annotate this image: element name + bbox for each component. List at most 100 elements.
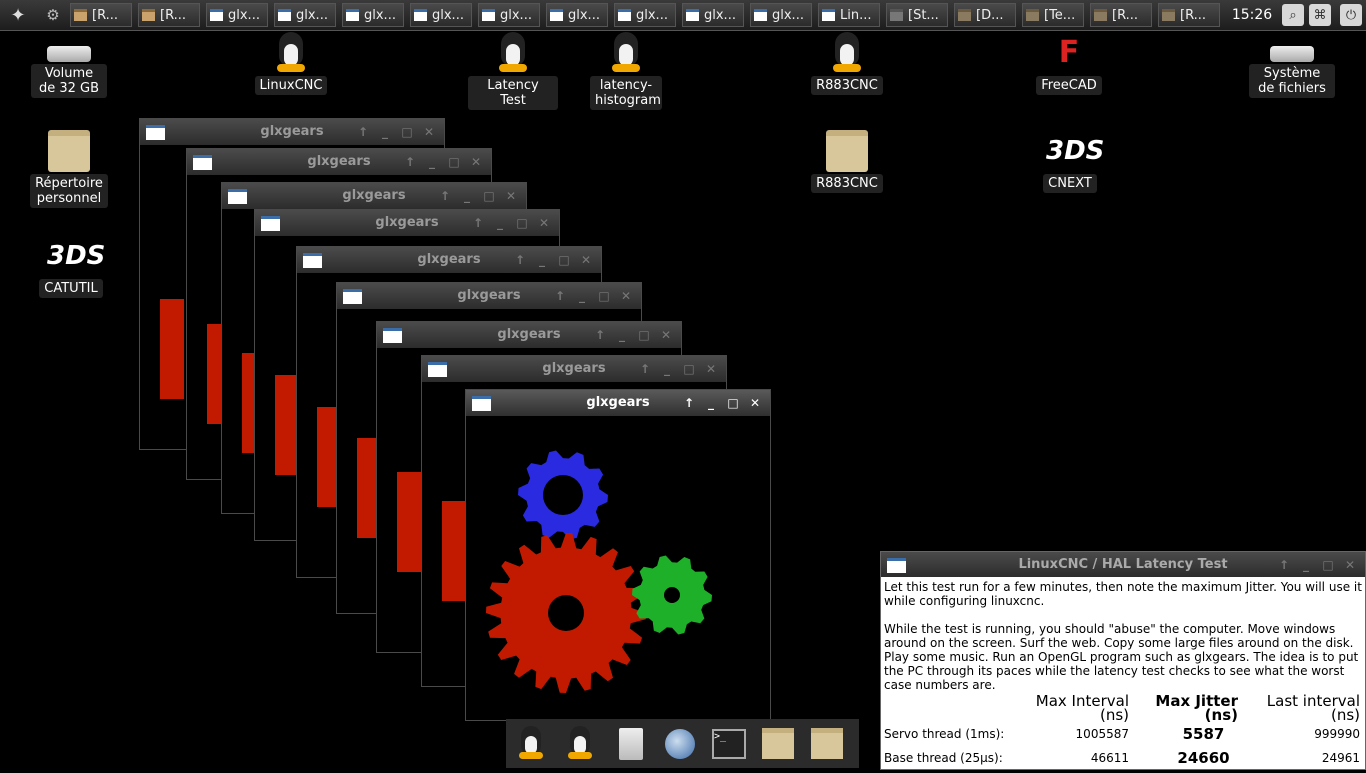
minimize-button[interactable]: _ — [611, 322, 633, 348]
taskbar-task[interactable]: glx... — [342, 3, 404, 27]
glxgears-titlebar[interactable]: glxgears ↑ _ □ ✕ — [377, 322, 681, 348]
close-button[interactable]: ✕ — [575, 247, 597, 273]
minimize-button[interactable]: _ — [456, 183, 478, 209]
dock-linuxcnc-penguin-icon[interactable] — [511, 724, 555, 764]
glxgears-titlebar[interactable]: glxgears ↑ _ □ ✕ — [140, 119, 444, 145]
terminal-icon[interactable]: >_ — [707, 724, 751, 764]
latency-window-titlebar[interactable]: LinuxCNC / HAL Latency Test ↑ _ □ ✕ — [881, 552, 1365, 577]
minimize-button[interactable]: _ — [421, 149, 443, 175]
taskbar-task[interactable]: Lin... — [818, 3, 880, 27]
taskbar-task[interactable]: [R... — [138, 3, 200, 27]
taskbar-task[interactable]: [R... — [1090, 3, 1152, 27]
taskbar-task[interactable]: glx... — [750, 3, 812, 27]
taskbar-task[interactable]: glx... — [546, 3, 608, 27]
minimize-button[interactable]: _ — [1295, 552, 1317, 578]
keep-above-button[interactable]: ↑ — [1273, 552, 1295, 578]
network-icon[interactable]: ⌘ — [1309, 4, 1331, 26]
maximize-button[interactable]: □ — [1317, 552, 1339, 578]
taskbar-task[interactable]: glx... — [206, 3, 268, 27]
taskbar-task[interactable]: [D... — [954, 3, 1016, 27]
close-button[interactable]: ✕ — [533, 210, 555, 236]
minimize-button[interactable]: _ — [656, 356, 678, 382]
keep-above-button[interactable]: ↑ — [467, 210, 489, 236]
keep-above-button[interactable]: ↑ — [434, 183, 456, 209]
maximize-button[interactable]: □ — [593, 283, 615, 309]
start-menu-icon[interactable]: ✦ — [0, 0, 36, 30]
close-button[interactable]: ✕ — [418, 119, 440, 145]
3ds-icon: 3DS — [47, 241, 106, 271]
file-cabinet-icon[interactable] — [609, 724, 653, 764]
header-last-interval: Last interval (ns) — [1266, 692, 1360, 724]
taskbar-task[interactable]: [Te... — [1022, 3, 1084, 27]
desktop-icon-r883cnc[interactable]: R883CNC — [802, 32, 892, 95]
glxgears-titlebar[interactable]: glxgears ↑ _ □ ✕ — [297, 247, 601, 273]
close-button[interactable]: ✕ — [744, 390, 766, 416]
maximize-button[interactable]: □ — [678, 356, 700, 382]
desktop-icon-volume[interactable]: Volume de 32 GB — [24, 32, 114, 98]
desktop-icon-systeme[interactable]: Système de fichiers — [1247, 32, 1337, 98]
minimize-button[interactable]: _ — [700, 390, 722, 416]
taskbar-task[interactable]: glx... — [478, 3, 540, 27]
desktop-icon-freecad[interactable]: F FreeCAD — [1024, 32, 1114, 95]
desktop-icon-latency-test[interactable]: Latency Test — [468, 32, 558, 110]
latency-test-window[interactable]: LinuxCNC / HAL Latency Test ↑ _ □ ✕ Let … — [880, 551, 1366, 770]
keep-above-button[interactable]: ↑ — [549, 283, 571, 309]
keep-above-button[interactable]: ↑ — [678, 390, 700, 416]
keep-above-button[interactable]: ↑ — [634, 356, 656, 382]
browser-globe-icon[interactable] — [658, 724, 702, 764]
maximize-button[interactable]: □ — [553, 247, 575, 273]
clock[interactable]: 15:26 — [1226, 0, 1278, 30]
close-button[interactable]: ✕ — [655, 322, 677, 348]
minimize-button[interactable]: _ — [531, 247, 553, 273]
window-icon — [822, 9, 835, 21]
maximize-button[interactable]: □ — [722, 390, 744, 416]
desktop-icon-catutil[interactable]: 3DS CATUTIL — [26, 235, 116, 298]
taskbar-task[interactable]: [R... — [1158, 3, 1220, 27]
maximize-button[interactable]: □ — [633, 322, 655, 348]
documents-folder-icon[interactable] — [805, 724, 849, 764]
glxgears-window[interactable]: glxgears ↑ _ □ ✕ — [465, 389, 771, 721]
taskbar-task[interactable]: glx... — [682, 3, 744, 27]
keep-above-button[interactable]: ↑ — [399, 149, 421, 175]
search-icon[interactable]: ⌕ — [1282, 4, 1304, 26]
desktop-icon-cnext[interactable]: 3DS CNEXT — [1025, 130, 1115, 193]
glxgears-titlebar[interactable]: glxgears ↑ _ □ ✕ — [422, 356, 726, 382]
dock: >_ — [506, 719, 859, 768]
taskbar-task[interactable]: glx... — [410, 3, 472, 27]
minimize-button[interactable]: _ — [374, 119, 396, 145]
glxgears-titlebar[interactable]: glxgears ↑ _ □ ✕ — [337, 283, 641, 309]
keep-above-button[interactable]: ↑ — [509, 247, 531, 273]
maximize-button[interactable]: □ — [478, 183, 500, 209]
glxgears-titlebar[interactable]: glxgears ↑ _ □ ✕ — [466, 390, 770, 416]
desktop-icon-linuxcnc[interactable]: LinuxCNC — [246, 32, 336, 95]
taskbar-task[interactable]: [St... — [886, 3, 948, 27]
maximize-button[interactable]: □ — [443, 149, 465, 175]
taskbar-task[interactable]: glx... — [274, 3, 336, 27]
taskbar-task[interactable]: glx... — [614, 3, 676, 27]
minimize-button[interactable]: _ — [571, 283, 593, 309]
gear-icon[interactable]: ⚙ — [36, 0, 70, 30]
desktop-icon-r883cnc-folder[interactable]: R883CNC — [802, 130, 892, 193]
close-button[interactable]: ✕ — [500, 183, 522, 209]
home-folder-icon — [48, 130, 90, 172]
folder-icon[interactable] — [756, 724, 800, 764]
desktop-icon-repertoire[interactable]: Répertoire personnel — [24, 130, 114, 208]
maximize-button[interactable]: □ — [396, 119, 418, 145]
maximize-button[interactable]: □ — [511, 210, 533, 236]
glxgears-titlebar[interactable]: glxgears ↑ _ □ ✕ — [255, 210, 559, 236]
dock-latency-penguin-icon[interactable] — [560, 724, 604, 764]
close-button[interactable]: ✕ — [700, 356, 722, 382]
taskbar-task-label: glx... — [704, 7, 736, 23]
close-button[interactable]: ✕ — [615, 283, 637, 309]
minimize-button[interactable]: _ — [489, 210, 511, 236]
desktop-icon-latency-histogram[interactable]: latency-histogram — [581, 32, 671, 110]
keep-above-button[interactable]: ↑ — [589, 322, 611, 348]
desktop-icon-label: CNEXT — [1043, 174, 1097, 193]
close-button[interactable]: ✕ — [465, 149, 487, 175]
keep-above-button[interactable]: ↑ — [352, 119, 374, 145]
close-button[interactable]: ✕ — [1339, 552, 1361, 578]
glxgears-titlebar[interactable]: glxgears ↑ _ □ ✕ — [222, 183, 526, 209]
glxgears-titlebar[interactable]: glxgears ↑ _ □ ✕ — [187, 149, 491, 175]
logout-icon[interactable]: ⏻ — [1340, 4, 1362, 26]
taskbar-task[interactable]: [R... — [70, 3, 132, 27]
